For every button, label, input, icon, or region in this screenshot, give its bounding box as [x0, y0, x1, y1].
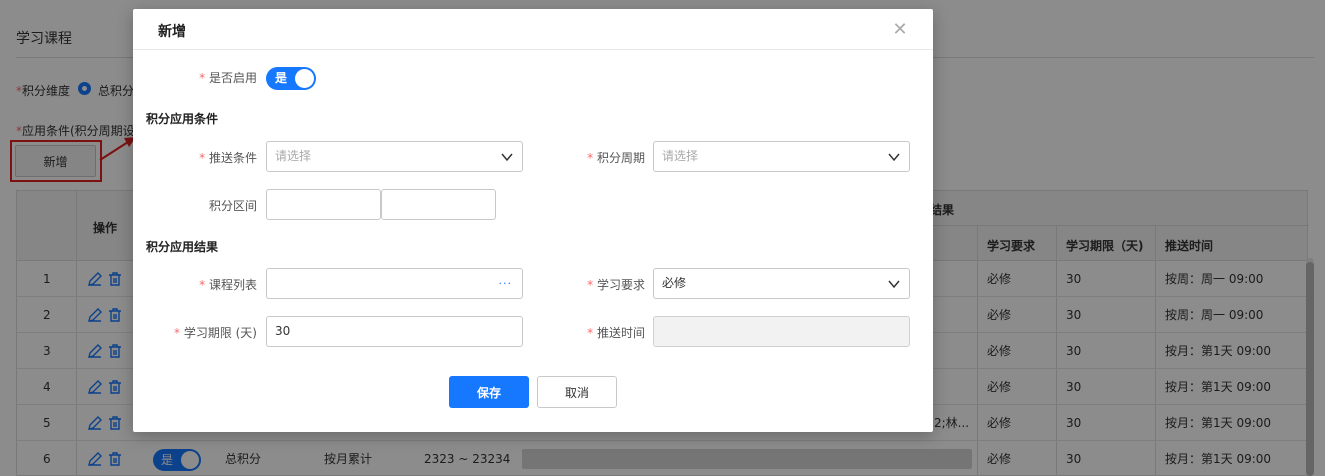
- push-time-input: [653, 316, 910, 347]
- requirement-label: * 学习要求: [587, 278, 645, 292]
- range-min-input[interactable]: [266, 189, 381, 220]
- cycle-select[interactable]: 请选择: [653, 141, 910, 172]
- push-time-label: * 推送时间: [587, 326, 645, 340]
- days-label: * 学习期限 (天): [173, 326, 257, 340]
- chevron-down-icon: [888, 280, 900, 289]
- section-condition-title: 积分应用条件: [146, 112, 219, 126]
- more-icon[interactable]: ···: [499, 269, 513, 298]
- chevron-down-icon: [888, 153, 900, 162]
- close-icon[interactable]: ✕: [889, 19, 911, 41]
- dialog-header: 新增 ✕: [133, 9, 933, 50]
- push-condition-label: * 推送条件: [199, 151, 257, 165]
- add-dialog: 新增 ✕ * 是否启用 是 积分应用条件 * 推送条件 请选择 * 积分周期 请…: [133, 9, 933, 432]
- course-list-label: * 课程列表: [199, 278, 257, 292]
- enabled-label: * 是否启用: [199, 71, 257, 85]
- range-max-input[interactable]: [381, 189, 496, 220]
- dialog-title: 新增: [158, 24, 186, 40]
- course-list-input[interactable]: ···: [266, 268, 523, 299]
- enabled-toggle[interactable]: 是: [266, 67, 316, 90]
- save-button[interactable]: 保存: [449, 376, 529, 408]
- push-condition-select[interactable]: 请选择: [266, 141, 523, 172]
- cycle-label: * 积分周期: [587, 151, 645, 165]
- section-result-title: 积分应用结果: [146, 240, 219, 254]
- requirement-select[interactable]: 必修: [653, 268, 910, 299]
- cancel-button[interactable]: 取消: [537, 376, 617, 408]
- chevron-down-icon: [501, 153, 513, 162]
- days-input[interactable]: 30: [266, 316, 523, 347]
- range-label: 积分区间: [208, 199, 257, 213]
